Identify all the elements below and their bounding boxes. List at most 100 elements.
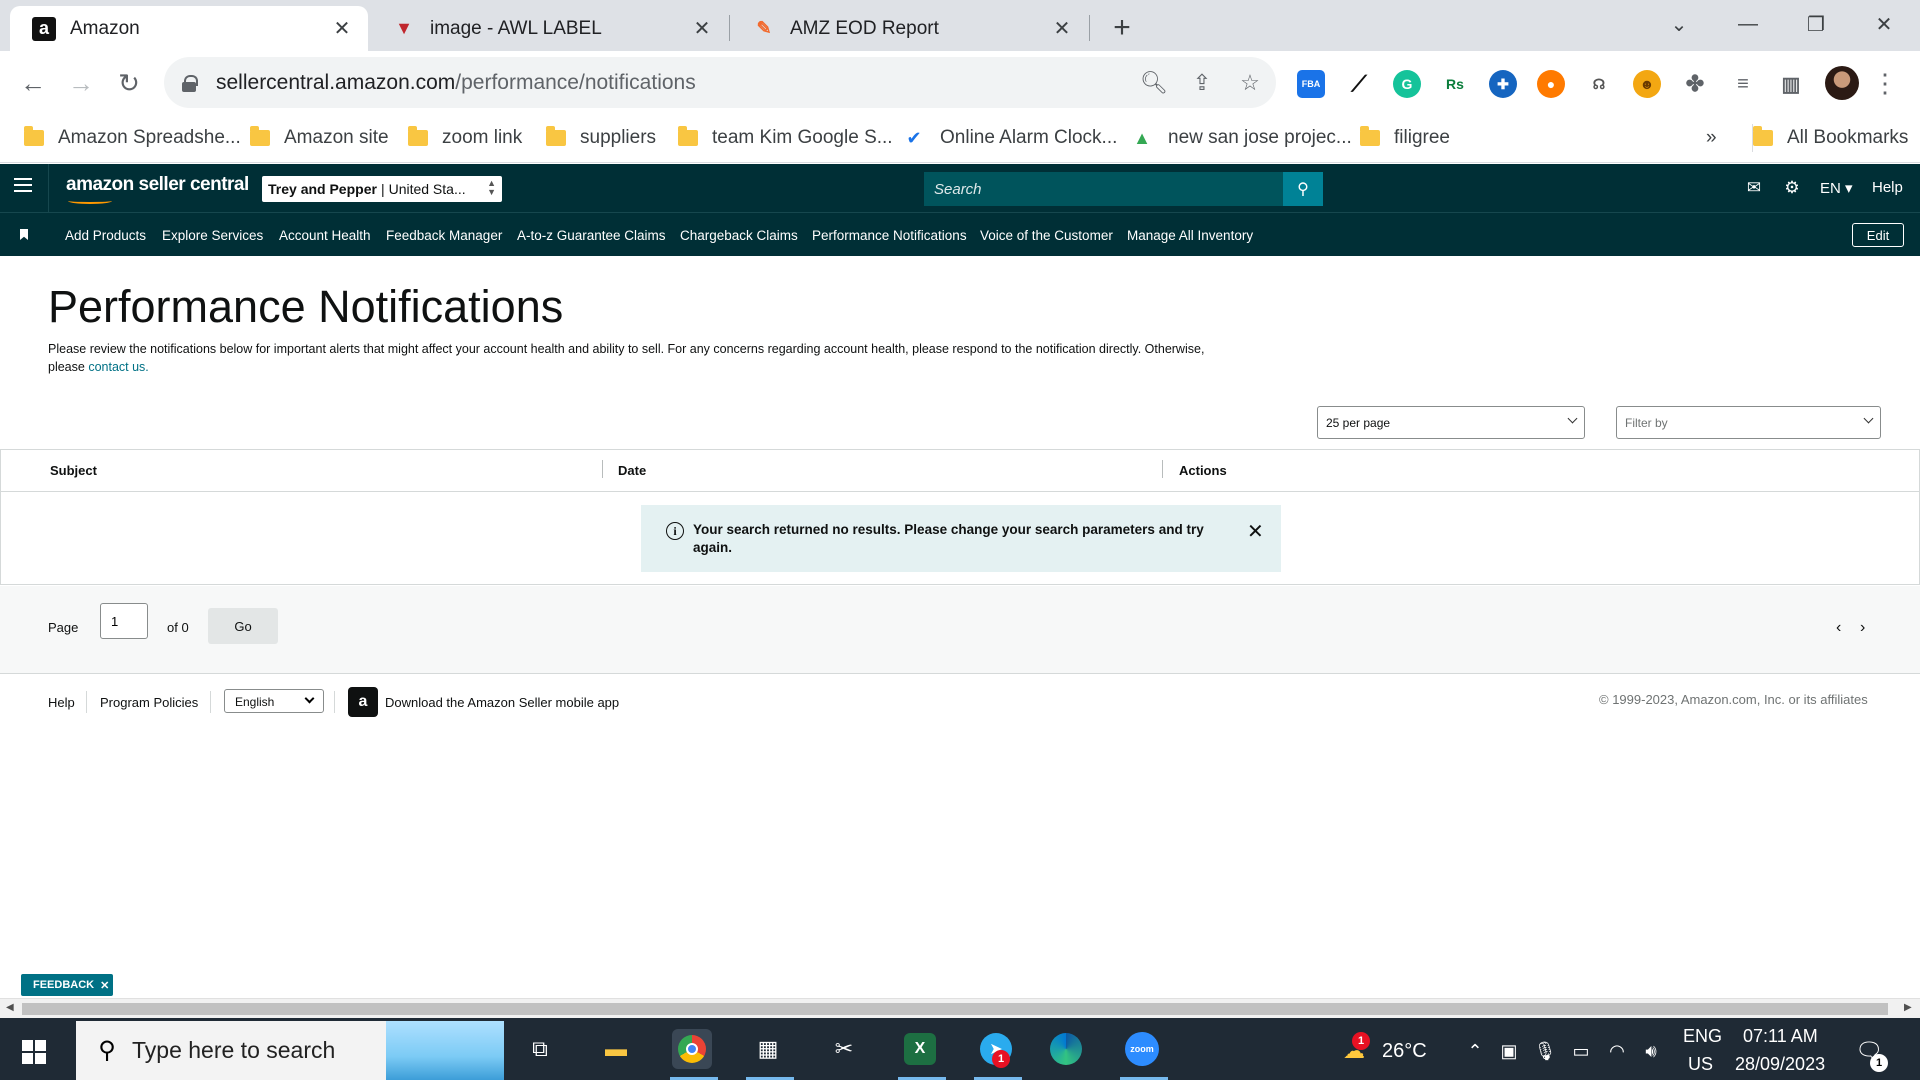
bookmark-team-kim[interactable]: team Kim Google S... <box>678 124 893 152</box>
bookmark-amazon-site[interactable]: Amazon site <box>250 124 389 152</box>
bookmark-suppliers[interactable]: suppliers <box>546 124 656 152</box>
contact-us-link[interactable]: contact us. <box>88 360 148 374</box>
profile-avatar[interactable] <box>1825 66 1859 100</box>
reload-icon[interactable]: ↻ <box>110 64 148 102</box>
previous-page-icon[interactable]: ‹ <box>1836 619 1841 637</box>
nav-add-products[interactable]: Add Products <box>65 228 146 243</box>
amazon-app-icon[interactable]: a <box>348 687 378 717</box>
input-language[interactable]: ENG <box>1683 1026 1722 1047</box>
seller-search-input[interactable] <box>924 172 1284 206</box>
extension-headset-icon[interactable]: ☊ <box>1585 70 1613 98</box>
bookmark-zoom-link[interactable]: zoom link <box>408 124 522 152</box>
edit-nav-button[interactable]: Edit <box>1852 223 1904 247</box>
snipping-tool-icon[interactable]: ✂ <box>824 1029 864 1069</box>
feedback-button[interactable]: FEEDBACK ✕ <box>21 974 113 996</box>
edge-icon[interactable] <box>1046 1029 1086 1069</box>
clock-time[interactable]: 07:11 AM <box>1743 1026 1818 1047</box>
scroll-left-icon[interactable]: ◀ <box>6 1002 14 1013</box>
address-bar[interactable]: sellercentral.amazon.com/performance/not… <box>164 57 1276 108</box>
microphone-icon[interactable]: 🎙︎ <box>1534 1040 1557 1062</box>
go-button[interactable]: Go <box>208 608 278 644</box>
windows-start-icon[interactable] <box>22 1040 46 1064</box>
bookmarks-overflow-chevron[interactable]: » <box>1706 124 1717 152</box>
tab-amazon[interactable]: a Amazon ✕ <box>10 6 368 51</box>
close-tab-icon[interactable]: ✕ <box>690 17 714 41</box>
chrome-icon[interactable] <box>672 1029 712 1069</box>
close-alert-icon[interactable]: ✕ <box>1247 519 1264 544</box>
footer-program-policies-link[interactable]: Program Policies <box>100 695 198 710</box>
close-feedback-icon[interactable]: ✕ <box>100 979 109 992</box>
column-subject[interactable]: Subject <box>50 463 97 478</box>
seller-central-logo[interactable]: amazon seller central <box>66 174 249 204</box>
volume-icon[interactable]: 🔊︎ <box>1640 1040 1662 1062</box>
media-control-icon[interactable]: ≡ <box>1729 70 1757 98</box>
horizontal-scrollbar[interactable]: ◀ ▶ <box>0 998 1920 1018</box>
input-region[interactable]: US <box>1688 1054 1713 1075</box>
scrollbar-thumb[interactable] <box>22 1003 1888 1015</box>
zoom-icon[interactable]: zoom <box>1122 1029 1162 1069</box>
search-icon[interactable]: ⚲ <box>1283 172 1323 206</box>
new-tab-plus-icon[interactable]: + <box>1106 11 1138 44</box>
calculator-icon[interactable]: ▦ <box>748 1029 788 1069</box>
extensions-puzzle-icon[interactable]: ✤ <box>1681 70 1709 98</box>
mail-icon[interactable]: ✉ <box>1744 178 1764 197</box>
nav-account-health[interactable]: Account Health <box>279 228 371 243</box>
all-bookmarks[interactable]: All Bookmarks <box>1752 124 1908 152</box>
share-icon[interactable]: ⇪ <box>1188 69 1216 97</box>
fba-extension-icon[interactable]: FBA <box>1297 70 1325 98</box>
footer-language-select[interactable]: English <box>224 689 324 713</box>
task-view-icon[interactable]: ⧉ <box>520 1029 560 1069</box>
excel-icon[interactable]: X <box>904 1033 936 1065</box>
forward-arrow-icon[interactable]: → <box>62 64 100 102</box>
clock-date[interactable]: 28/09/2023 <box>1735 1054 1825 1075</box>
restore-icon[interactable]: ❐ <box>1796 8 1836 40</box>
nav-a-to-z-claims[interactable]: A-to-z Guarantee Claims <box>517 228 666 243</box>
taskbar-search-box[interactable]: ⚲ Type here to search <box>76 1021 504 1080</box>
grammarly-icon[interactable]: G <box>1393 70 1421 98</box>
browser-menu-icon[interactable]: ⋮ <box>1872 68 1898 98</box>
next-page-icon[interactable]: › <box>1860 619 1865 637</box>
language-selector[interactable]: EN ▾ <box>1820 179 1853 197</box>
battery-icon[interactable]: ▭ <box>1570 1040 1592 1062</box>
rs-extension-icon[interactable]: Rs <box>1441 70 1469 98</box>
tab-awl-label[interactable]: ▼ image - AWL LABEL ✕ <box>370 6 728 51</box>
bookmark-ribbon-icon[interactable] <box>20 229 28 240</box>
tab-amz-eod-report[interactable]: ✎ AMZ EOD Report ✕ <box>730 6 1088 51</box>
account-marketplace-selector[interactable]: Trey and Pepper | United Sta... ▲ ▼ <box>262 176 502 202</box>
wifi-icon[interactable]: ◠ <box>1606 1040 1628 1062</box>
nav-chargeback-claims[interactable]: Chargeback Claims <box>680 228 798 243</box>
bookmark-amazon-spreadsheet[interactable]: Amazon Spreadshe... <box>24 124 241 152</box>
file-explorer-icon[interactable]: ▬ <box>596 1029 636 1069</box>
extension-circle-icon[interactable]: ● <box>1537 70 1565 98</box>
nav-voice-of-customer[interactable]: Voice of the Customer <box>980 228 1113 243</box>
close-window-icon[interactable]: ✕ <box>1864 8 1904 40</box>
filter-by-select[interactable]: Filter by <box>1616 406 1881 439</box>
minimize-icon[interactable]: — <box>1728 8 1768 40</box>
close-tab-icon[interactable]: ✕ <box>330 17 354 41</box>
bookmark-star-icon[interactable]: ☆ <box>1236 69 1264 97</box>
nav-performance-notifications[interactable]: Performance Notifications <box>812 228 967 243</box>
help-link[interactable]: Help <box>1872 179 1903 196</box>
scroll-right-icon[interactable]: ▶ <box>1904 1002 1912 1013</box>
close-tab-icon[interactable]: ✕ <box>1050 17 1074 41</box>
show-hidden-icons-chevron[interactable]: ⌃ <box>1464 1040 1486 1062</box>
bookmark-filigree[interactable]: filigree <box>1360 124 1450 152</box>
extension-pen-icon[interactable]: ⟋ <box>1345 70 1373 98</box>
weather-temperature[interactable]: 26°C <box>1382 1040 1427 1063</box>
tab-search-chevron-icon[interactable]: ⌄ <box>1659 8 1699 40</box>
extension-honey-icon[interactable]: ☻ <box>1633 70 1661 98</box>
per-page-select[interactable]: 25 per page <box>1317 406 1585 439</box>
settings-gear-icon[interactable]: ⚙ <box>1782 178 1802 197</box>
bookmark-online-alarm-clock[interactable]: ✔ Online Alarm Clock... <box>902 124 1117 152</box>
side-panel-icon[interactable]: ▥ <box>1777 70 1805 98</box>
nav-feedback-manager[interactable]: Feedback Manager <box>386 228 502 243</box>
bookmark-new-san-jose[interactable]: ▲ new san jose projec... <box>1130 124 1352 152</box>
footer-help-link[interactable]: Help <box>48 695 75 710</box>
page-number-input[interactable] <box>100 603 148 639</box>
column-date[interactable]: Date <box>618 463 646 478</box>
seller-search-box[interactable] <box>924 172 1284 206</box>
extension-gamepad-icon[interactable]: ✚ <box>1489 70 1517 98</box>
lock-icon[interactable] <box>182 74 198 92</box>
zoom-magnifier-icon[interactable]: 🔍︎ <box>1140 69 1168 97</box>
nav-explore-services[interactable]: Explore Services <box>162 228 263 243</box>
